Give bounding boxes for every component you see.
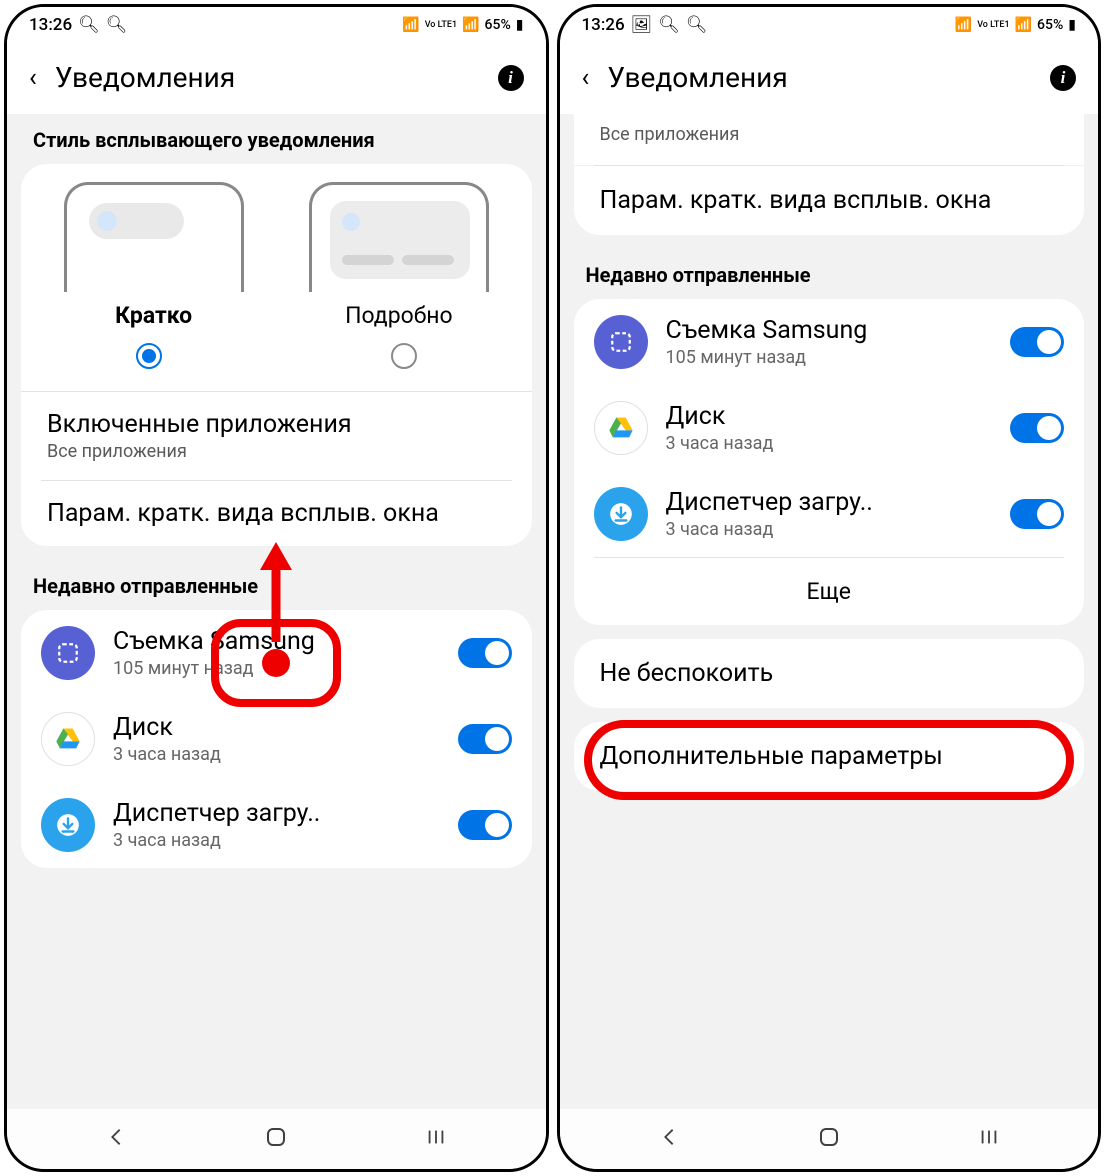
download-manager-icon bbox=[41, 798, 95, 852]
volte-icon: Vo LTE1 bbox=[977, 21, 1009, 30]
section-recent: Недавно отправленные bbox=[7, 560, 546, 610]
more-button[interactable]: Еще bbox=[574, 558, 1085, 625]
enabled-apps-sub: Все приложения bbox=[47, 441, 506, 462]
app-row-drive[interactable]: Диск 3 часа назад bbox=[574, 385, 1085, 471]
popup-params-row[interactable]: Парам. кратк. вида всплыв. окна bbox=[574, 166, 1085, 235]
dnd-title: Не беспокоить bbox=[600, 659, 774, 688]
nav-recents[interactable] bbox=[978, 1126, 1000, 1152]
volte-icon: Vo LTE1 bbox=[425, 21, 457, 30]
app-time: 3 часа назад bbox=[666, 519, 993, 540]
battery-icon: ▮ bbox=[1068, 17, 1076, 33]
toggle-drive[interactable] bbox=[458, 724, 512, 754]
search-icon: 🔍︎ bbox=[78, 15, 100, 35]
toggle-drive[interactable] bbox=[1010, 413, 1064, 443]
battery-text: 65% bbox=[485, 17, 511, 33]
search-icon: 🔍︎ bbox=[658, 15, 680, 35]
drive-icon bbox=[41, 712, 95, 766]
style-brief-preview bbox=[64, 182, 244, 292]
section-popup-style: Стиль всплывающего уведомления bbox=[7, 114, 546, 164]
app-time: 3 часа назад bbox=[113, 830, 440, 851]
nav-back[interactable] bbox=[658, 1126, 680, 1152]
app-row-samsung[interactable]: Съемка Samsung 105 минут назад bbox=[21, 610, 532, 696]
app-row-samsung[interactable]: Съемка Samsung 105 минут назад bbox=[574, 299, 1085, 385]
app-row-download[interactable]: Диспетчер загру.. 3 часа назад bbox=[21, 782, 532, 868]
search-icon-2: 🔍︎ bbox=[106, 15, 128, 35]
nav-back[interactable] bbox=[105, 1126, 127, 1152]
radio-brief[interactable] bbox=[136, 343, 162, 369]
app-name: Диск bbox=[113, 713, 440, 742]
battery-icon: ▮ bbox=[516, 17, 524, 33]
toggle-download[interactable] bbox=[1010, 499, 1064, 529]
app-row-download[interactable]: Диспетчер загру.. 3 часа назад bbox=[574, 471, 1085, 557]
header: ‹ Уведомления i bbox=[560, 43, 1099, 114]
app-name: Диспетчер загру.. bbox=[113, 799, 440, 828]
battery-text: 65% bbox=[1037, 17, 1063, 33]
download-manager-icon bbox=[594, 487, 648, 541]
popup-params-title: Парам. кратк. вида всплыв. окна bbox=[600, 186, 992, 215]
back-button[interactable]: ‹ bbox=[29, 63, 37, 93]
status-time: 13:26 bbox=[582, 15, 625, 35]
app-time: 105 минут назад bbox=[113, 658, 440, 679]
app-name: Съемка Samsung bbox=[113, 627, 440, 656]
samsung-capture-icon bbox=[594, 315, 648, 369]
app-name: Диспетчер загру.. bbox=[666, 488, 993, 517]
popup-style-card: Кратко Подробно Включенные приложения Вс… bbox=[21, 164, 532, 546]
toggle-download[interactable] bbox=[458, 810, 512, 840]
header: ‹ Уведомления i bbox=[7, 43, 546, 114]
nav-home[interactable] bbox=[264, 1125, 288, 1153]
app-time: 3 часа назад bbox=[666, 433, 993, 454]
info-button[interactable]: i bbox=[498, 65, 524, 91]
toggle-samsung[interactable] bbox=[1010, 327, 1064, 357]
page-title: Уведомления bbox=[55, 61, 480, 94]
phone-right: 13:26 🖼 🔍︎ 🔍︎ 📶 Vo LTE1 📶 65% ▮ ‹ Уведом… bbox=[557, 4, 1102, 1172]
section-recent: Недавно отправленные bbox=[560, 249, 1099, 299]
advanced-title: Дополнительные параметры bbox=[600, 742, 943, 771]
signal-icon: 📶 bbox=[1015, 17, 1032, 33]
toggle-samsung[interactable] bbox=[458, 638, 512, 668]
app-time: 105 минут назад bbox=[666, 347, 993, 368]
wifi-icon: 📶 bbox=[955, 17, 972, 33]
drive-icon bbox=[594, 401, 648, 455]
phone-left: 13:26 🔍︎ 🔍︎ 📶 Vo LTE1 📶 65% ▮ ‹ Уведомле… bbox=[4, 4, 549, 1172]
signal-icon: 📶 bbox=[462, 17, 479, 33]
info-button[interactable]: i bbox=[1050, 65, 1076, 91]
popup-params-row[interactable]: Парам. кратк. вида всплыв. окна bbox=[21, 481, 532, 546]
style-detail-label: Подробно bbox=[345, 302, 453, 329]
radio-detail[interactable] bbox=[391, 343, 417, 369]
status-bar: 13:26 🖼 🔍︎ 🔍︎ 📶 Vo LTE1 📶 65% ▮ bbox=[560, 7, 1099, 43]
recent-apps-card: Съемка Samsung 105 минут назад Диск 3 ча… bbox=[21, 610, 532, 868]
enabled-apps-row[interactable]: Включенные приложения Все приложения bbox=[21, 392, 532, 480]
app-time: 3 часа назад bbox=[113, 744, 440, 765]
nav-bar bbox=[7, 1109, 546, 1169]
back-button[interactable]: ‹ bbox=[582, 63, 590, 93]
screenshot-icon: 🖼 bbox=[631, 15, 653, 35]
dnd-row[interactable]: Не беспокоить bbox=[574, 639, 1085, 708]
style-brief-option[interactable]: Кратко bbox=[31, 182, 276, 329]
advanced-row[interactable]: Дополнительные параметры bbox=[574, 722, 1085, 791]
page-title: Уведомления bbox=[607, 61, 1032, 94]
enabled-apps-title: Включенные приложения bbox=[47, 410, 506, 439]
all-apps-partial[interactable]: Все приложения bbox=[574, 114, 1085, 165]
samsung-capture-icon bbox=[41, 626, 95, 680]
wifi-icon: 📶 bbox=[402, 17, 419, 33]
style-detail-option[interactable]: Подробно bbox=[276, 182, 521, 329]
nav-bar bbox=[560, 1109, 1099, 1169]
style-brief-label: Кратко bbox=[115, 302, 192, 329]
nav-home[interactable] bbox=[817, 1125, 841, 1153]
app-row-drive[interactable]: Диск 3 часа назад bbox=[21, 696, 532, 782]
status-time: 13:26 bbox=[29, 15, 72, 35]
style-detail-preview bbox=[309, 182, 489, 292]
recent-apps-card: Съемка Samsung 105 минут назад Диск 3 ча… bbox=[574, 299, 1085, 625]
nav-recents[interactable] bbox=[425, 1126, 447, 1152]
app-name: Диск bbox=[666, 402, 993, 431]
status-bar: 13:26 🔍︎ 🔍︎ 📶 Vo LTE1 📶 65% ▮ bbox=[7, 7, 546, 43]
popup-params-title: Парам. кратк. вида всплыв. окна bbox=[47, 499, 506, 528]
search-icon-2: 🔍︎ bbox=[686, 15, 708, 35]
app-name: Съемка Samsung bbox=[666, 316, 993, 345]
